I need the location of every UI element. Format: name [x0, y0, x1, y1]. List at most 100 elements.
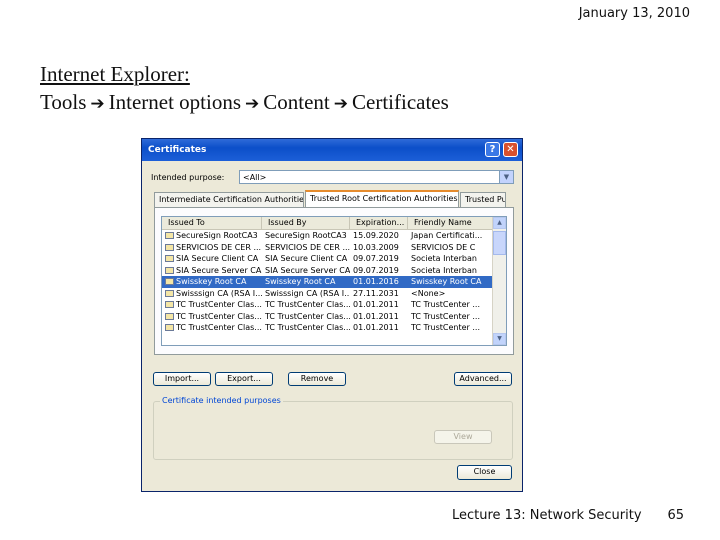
cell-expiration: 15.09.2020: [353, 231, 399, 240]
cell-issued-to: TC TrustCenter Clas...: [162, 299, 262, 311]
dialog-titlebar[interactable]: Certificates ? ✕: [142, 139, 522, 161]
cell-issued-by: Swisssign CA (RSA I...: [265, 288, 350, 298]
cell-issued-to: TC TrustCenter Clas...: [162, 311, 262, 323]
table-row-selected[interactable]: Swisskey Root CA Swisskey Root CA 01.01.…: [162, 276, 506, 288]
page-number: 65: [667, 508, 684, 523]
scroll-thumb[interactable]: [493, 231, 506, 255]
cell-expiration: 01.01.2011: [353, 311, 399, 321]
certificate-icon: [165, 312, 174, 320]
scroll-up-icon[interactable]: ▲: [493, 217, 506, 229]
cell-friendly-name: SERVICIOS DE C: [411, 242, 476, 252]
slide-footer: Lecture 13: Network Security: [452, 508, 642, 523]
remove-button[interactable]: Remove: [288, 372, 346, 386]
cell-issued-by: SIA Secure Server CA: [265, 265, 350, 275]
cell-issued-to: SIA Secure Server CA: [162, 265, 262, 277]
cell-issued-by: TC TrustCenter Clas...: [265, 300, 350, 309]
close-button[interactable]: Close: [457, 465, 512, 480]
tab-trusted-publishers[interactable]: Trusted Pub: [460, 192, 506, 207]
cell-expiration: 09.07.2019: [353, 254, 399, 263]
cell-issued-to: SERVICIOS DE CER ...: [162, 242, 262, 254]
column-header-issued-to[interactable]: Issued To: [162, 217, 262, 229]
list-body: SecureSign RootCA3 SecureSign RootCA3 15…: [162, 230, 506, 334]
tab-panel: Issued To Issued By Expiration... Friend…: [154, 207, 514, 355]
vertical-scrollbar[interactable]: ▲ ▼: [492, 217, 506, 345]
certificate-icon: [165, 278, 174, 286]
certificate-list[interactable]: Issued To Issued By Expiration... Friend…: [161, 216, 507, 346]
table-row[interactable]: TC TrustCenter Clas... TC TrustCenter Cl…: [162, 311, 506, 323]
heading-path: Tools ➔ Internet options ➔ Content ➔ Certifica…: [40, 88, 449, 118]
list-header: Issued To Issued By Expiration... Friend…: [162, 217, 506, 230]
table-row[interactable]: SERVICIOS DE CER ... SERVICIOS DE CER ..…: [162, 242, 506, 254]
table-row[interactable]: TC TrustCenter Clas... TC TrustCenter Cl…: [162, 299, 506, 311]
arrow-right-icon: ➔: [245, 94, 260, 114]
advanced-button[interactable]: Advanced...: [454, 372, 512, 386]
cell-friendly-name: Societa Interban: [411, 265, 477, 275]
cell-issued-by: TC TrustCenter Clas...: [265, 311, 350, 321]
arrow-right-icon: ➔: [333, 94, 349, 114]
heading-line-1: Internet Explorer:: [40, 62, 190, 86]
cell-issued-by: SIA Secure Client CA: [265, 254, 348, 263]
cell-expiration: 09.07.2019: [353, 265, 399, 275]
path-step-content: Content: [263, 90, 330, 114]
cell-issued-to: Swisskey Root CA: [162, 276, 262, 288]
scroll-down-icon[interactable]: ▼: [493, 333, 506, 345]
intended-purposes-group: Certificate intended purposes View: [153, 396, 513, 460]
certificate-icon: [165, 243, 174, 251]
close-window-button[interactable]: ✕: [503, 142, 518, 157]
cell-friendly-name: Swisskey Root CA: [411, 277, 482, 286]
certificate-icon: [165, 255, 174, 263]
cell-issued-by: SERVICIOS DE CER ...: [265, 242, 350, 252]
slide-date: January 13, 2010: [578, 6, 690, 21]
cell-friendly-name: Japan Certificati...: [411, 231, 483, 240]
intended-purpose-value: <All>: [243, 173, 267, 182]
certificate-icon: [165, 289, 174, 297]
column-header-friendly-name[interactable]: Friendly Name: [408, 217, 494, 229]
certificate-icon: [165, 301, 174, 309]
slide-heading: Internet Explorer: Tools ➔ Internet option…: [40, 60, 449, 118]
group-label: Certificate intended purposes: [160, 396, 283, 405]
cell-expiration: 27.11.2031: [353, 288, 399, 298]
cell-issued-to: SecureSign RootCA3: [162, 230, 262, 242]
view-button[interactable]: View: [434, 430, 492, 444]
table-row[interactable]: SIA Secure Server CA SIA Secure Server C…: [162, 265, 506, 277]
chevron-down-icon[interactable]: ▼: [499, 171, 513, 183]
certificate-icon: [165, 266, 174, 274]
cell-issued-to: TC TrustCenter Clas...: [162, 322, 262, 334]
cell-expiration: 01.01.2016: [353, 277, 399, 286]
cell-friendly-name: TC TrustCenter ...: [411, 300, 481, 309]
cell-expiration: 10.03.2009: [353, 242, 399, 252]
intended-purpose-select[interactable]: <All> ▼: [239, 170, 514, 184]
intended-purpose-label: Intended purpose:: [151, 172, 225, 182]
cell-issued-to: SIA Secure Client CA: [162, 253, 262, 265]
intended-purpose-row: Intended purpose: <All> ▼: [151, 170, 514, 184]
certificate-icon: [165, 324, 174, 332]
certificate-icon: [165, 232, 174, 240]
tab-intermediate-ca[interactable]: Intermediate Certification Authorities: [154, 192, 304, 207]
cell-friendly-name: Societa Interban: [411, 254, 477, 263]
table-row[interactable]: SecureSign RootCA3 SecureSign RootCA3 15…: [162, 230, 506, 242]
cell-friendly-name: TC TrustCenter ...: [411, 311, 481, 321]
column-header-issued-by[interactable]: Issued By: [262, 217, 350, 229]
table-row[interactable]: TC TrustCenter Clas... TC TrustCenter Cl…: [162, 322, 506, 334]
tab-trusted-root-ca[interactable]: Trusted Root Certification Authorities: [305, 190, 459, 208]
path-step-certificates: Certificates: [352, 90, 449, 114]
column-header-expiration[interactable]: Expiration...: [350, 217, 408, 229]
certificates-dialog: Certificates ? ✕ Intended purpose: <All>…: [141, 138, 523, 492]
path-step-internet-options: Internet options: [108, 90, 242, 114]
action-button-row: Import... Export... Remove Advanced...: [153, 372, 512, 386]
cell-expiration: 01.01.2011: [353, 323, 399, 332]
cell-friendly-name: <None>: [411, 288, 446, 298]
dialog-title: Certificates: [148, 145, 207, 155]
arrow-right-icon: ➔: [90, 94, 105, 114]
table-row[interactable]: SIA Secure Client CA SIA Secure Client C…: [162, 253, 506, 265]
import-button[interactable]: Import...: [153, 372, 211, 386]
cell-issued-by: Swisskey Root CA: [265, 277, 336, 286]
path-step-tools: Tools: [40, 90, 87, 114]
cell-issued-by: TC TrustCenter Clas...: [265, 323, 350, 332]
help-button[interactable]: ?: [485, 142, 500, 157]
export-button[interactable]: Export...: [215, 372, 273, 386]
cell-issued-to: Swisssign CA (RSA I...: [162, 288, 262, 300]
cell-expiration: 01.01.2011: [353, 300, 399, 309]
cell-issued-by: SecureSign RootCA3: [265, 231, 347, 240]
table-row[interactable]: Swisssign CA (RSA I... Swisssign CA (RSA…: [162, 288, 506, 300]
